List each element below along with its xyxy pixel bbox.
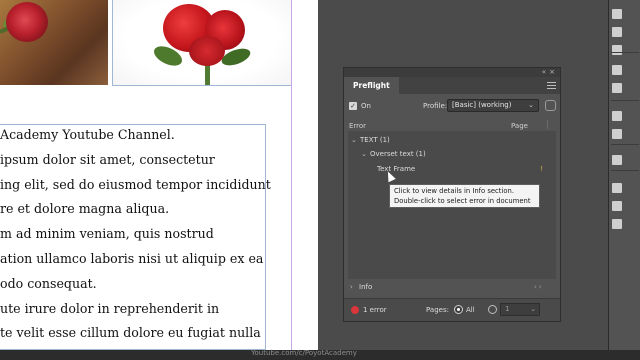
pages-range-radio[interactable]: [488, 305, 497, 314]
tooltip: Click to view details in Info section. D…: [389, 184, 540, 208]
info-nav-arrows-icon[interactable]: ‹›: [534, 282, 544, 292]
rose-image-left[interactable]: [0, 0, 108, 85]
tooltip-line: Double-click to select error in document: [394, 196, 531, 205]
text-line: m ad minim veniam, quis nostrud: [0, 226, 214, 242]
dock-separator: [611, 170, 639, 171]
tree-row-text-frame[interactable]: Text Frame: [377, 164, 415, 174]
styles-icon[interactable]: [612, 180, 640, 196]
document-page: Academy Youtube Channel. ipsum dolor sit…: [0, 0, 318, 350]
info-section-toggle[interactable]: › Info: [350, 282, 372, 292]
chevron-down-icon: ⌄: [530, 305, 536, 313]
tree-row-overset[interactable]: ⌄ Overset text (1): [361, 149, 426, 159]
layers-icon[interactable]: [612, 24, 640, 40]
collapse-icon[interactable]: «: [542, 68, 546, 77]
tree-label: Overset text (1): [370, 150, 426, 158]
effects-icon[interactable]: [612, 216, 640, 232]
rose-bloom: [6, 2, 48, 42]
tree-row-text[interactable]: ⌄ TEXT (1): [351, 135, 390, 145]
text-line: te velit esse cillum dolore eu fugiat nu…: [0, 325, 261, 341]
panel-dock: [608, 0, 640, 360]
gradient-icon[interactable]: [612, 198, 640, 214]
page-link-marker[interactable]: !: [540, 164, 543, 174]
text-line: odo consequat.: [0, 275, 97, 291]
rose-image-right[interactable]: [112, 0, 292, 86]
error-count: 1 error: [363, 306, 387, 314]
tooltip-line: Click to view details in Info section.: [394, 187, 514, 195]
pages-range-input[interactable]: 1 ⌄: [500, 303, 540, 316]
text-line: ing elit, sed do eiusmod tempor incididu…: [0, 176, 271, 192]
table-icon[interactable]: [612, 152, 640, 168]
on-label: On: [361, 102, 371, 110]
error-status-icon: [351, 306, 359, 314]
pages-all-radio[interactable]: [454, 305, 463, 314]
close-icon[interactable]: ×: [549, 68, 555, 77]
dock-separator: [611, 100, 639, 101]
pages-icon[interactable]: [612, 6, 640, 22]
profile-value: [Basic] (working): [452, 101, 512, 109]
column-divider: [547, 120, 548, 129]
body-text: Academy Youtube Channel. ipsum dolor sit…: [0, 123, 271, 346]
pages-all-label: All: [466, 306, 475, 314]
tree-label: TEXT (1): [360, 136, 390, 144]
watermark-text: Youtube.com/c/PoyotAcademy: [251, 349, 357, 357]
rose-petal-cluster: [189, 36, 225, 66]
info-label: Info: [359, 283, 373, 291]
column-header-error: Error: [349, 122, 367, 130]
define-profiles-icon[interactable]: [545, 100, 556, 111]
on-checkbox[interactable]: ✓: [349, 102, 357, 110]
stroke-icon[interactable]: [612, 62, 640, 78]
panel-footer: 1 error Pages: All 1 ⌄: [344, 298, 560, 321]
dock-separator: [611, 52, 639, 53]
preflight-panel: « × Preflight ✓ On Profile: [Basic] (wor…: [343, 67, 561, 322]
panel-titlebar[interactable]: « ×: [344, 68, 560, 77]
panel-menu-icon[interactable]: [547, 80, 556, 89]
text-line: Academy Youtube Channel.: [0, 127, 175, 142]
text-wrap-icon[interactable]: [612, 126, 640, 142]
text-line: ation ullamco laboris nisi ut aliquip ex…: [0, 250, 264, 266]
profile-label: Profile:: [423, 102, 448, 110]
column-header-page: Page: [511, 122, 528, 130]
margin-guide: [291, 0, 292, 350]
pages-label: Pages:: [426, 306, 449, 314]
expand-triangle-icon[interactable]: ⌄: [361, 149, 370, 159]
profile-select[interactable]: [Basic] (working) ⌄: [447, 99, 539, 112]
chevron-down-icon: ⌄: [528, 101, 534, 109]
swatches-icon[interactable]: [612, 108, 640, 124]
panel-tabbar: Preflight: [344, 77, 560, 94]
expand-triangle-icon[interactable]: ›: [350, 282, 359, 292]
text-line: ipsum dolor sit amet, consectetur: [0, 151, 215, 167]
expand-triangle-icon[interactable]: ⌄: [351, 135, 360, 145]
dock-separator: [611, 144, 639, 145]
tab-preflight[interactable]: Preflight: [344, 77, 399, 94]
links-icon[interactable]: [612, 42, 640, 58]
text-line: ute irure dolor in reprehenderit in: [0, 300, 220, 316]
color-icon[interactable]: [612, 80, 640, 96]
range-value: 1: [505, 305, 510, 313]
text-line: re et dolore magna aliqua.: [0, 201, 170, 217]
